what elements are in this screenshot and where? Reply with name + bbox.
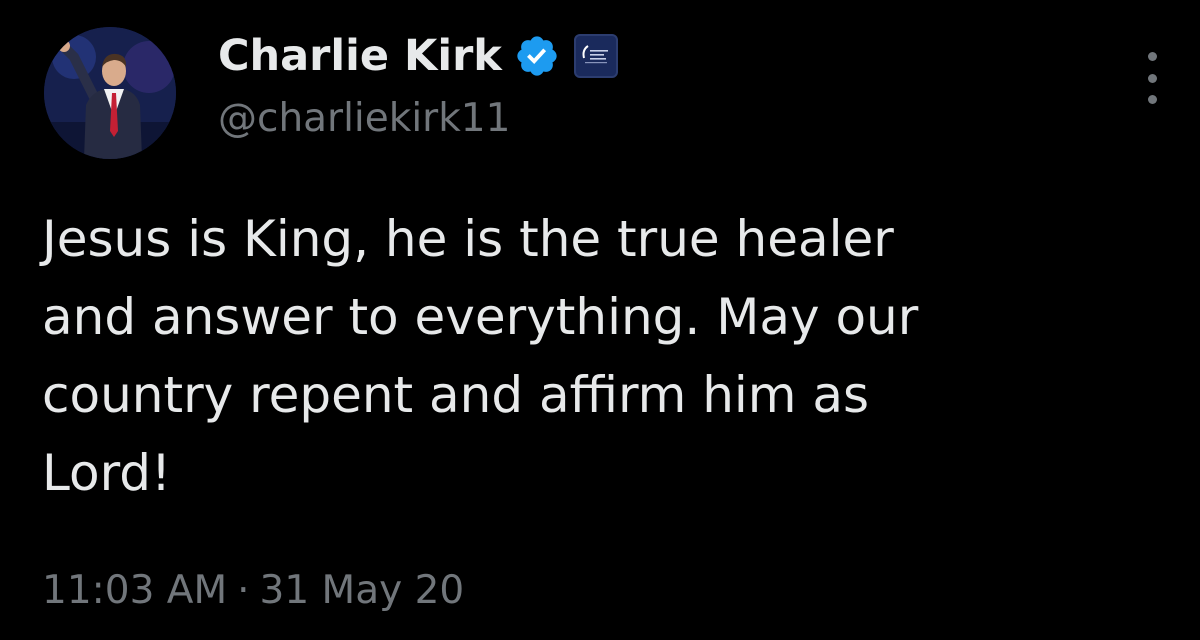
tweet: Charlie Kirk @charliekirk11 Jesus is Kin… [0,0,1200,640]
author-display-name[interactable]: Charlie Kirk [218,31,502,81]
tweet-text-line: country repent and affirm him as [42,366,870,424]
author-handle[interactable]: @charliekirk11 [218,96,510,141]
timestamp-separator: · [237,568,250,613]
tweet-text-line: Lord! [42,444,172,502]
organization-logo-icon[interactable] [573,34,618,78]
more-dot [1147,73,1157,83]
more-options-icon[interactable] [1132,52,1172,104]
tweet-text-line: Jesus is King, he is the true healer [42,210,894,268]
tweet-date: 31 May 20 [259,568,465,613]
tweet-text-line: and answer to everything. May our [42,288,919,346]
more-dot [1147,95,1157,104]
avatar-image [44,27,176,159]
tweet-timestamp[interactable]: 11:03 AM · 31 May 20 [42,568,464,613]
avatar[interactable] [44,27,176,159]
author-name-row: Charlie Kirk [218,26,618,86]
verified-badge-icon[interactable] [514,33,560,79]
tweet-text: Jesus is King, he is the true healer and… [42,200,1172,512]
more-dot [1147,52,1157,61]
tweet-time: 11:03 AM [42,568,228,613]
